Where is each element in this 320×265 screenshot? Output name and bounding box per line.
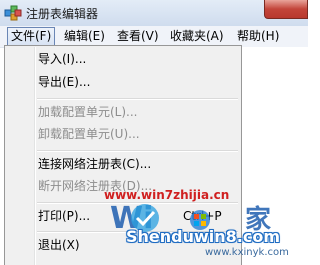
watermark-site: www.kxinyk.com	[205, 247, 289, 258]
menu-item-load-hive[interactable]: 加载配置单元(L)...	[38, 104, 138, 120]
menu-item-print[interactable]: 打印(P)...	[38, 208, 90, 224]
menu-item-unload-hive[interactable]: 卸载配置单元(U)...	[38, 126, 140, 142]
menu-separator	[37, 150, 238, 152]
menu-gutter	[34, 47, 36, 265]
menu-separator	[37, 98, 238, 100]
menu-item-connect-network-registry[interactable]: 连接网络注册表(C)...	[38, 156, 151, 172]
window-title: 注册表编辑器	[26, 7, 99, 21]
menu-help[interactable]: 帮助(H)	[237, 29, 279, 44]
registry-editor-icon	[4, 5, 22, 21]
menu-file[interactable]: 文件(F)	[7, 27, 56, 45]
menu-item-exit[interactable]: 退出(X)	[38, 237, 80, 253]
close-button[interactable]	[264, 0, 308, 19]
menu-favorites[interactable]: 收藏夹(A)	[170, 29, 224, 44]
menu-edit[interactable]: 编辑(E)	[64, 29, 105, 44]
title-bar: 注册表编辑器	[0, 0, 308, 26]
watermark-brand: Shenduwin8.com	[126, 227, 281, 246]
menu-item-export[interactable]: 导出(E)...	[38, 74, 90, 90]
menu-item-import[interactable]: 导入(I)...	[38, 51, 86, 67]
menu-view[interactable]: 查看(V)	[117, 29, 159, 44]
